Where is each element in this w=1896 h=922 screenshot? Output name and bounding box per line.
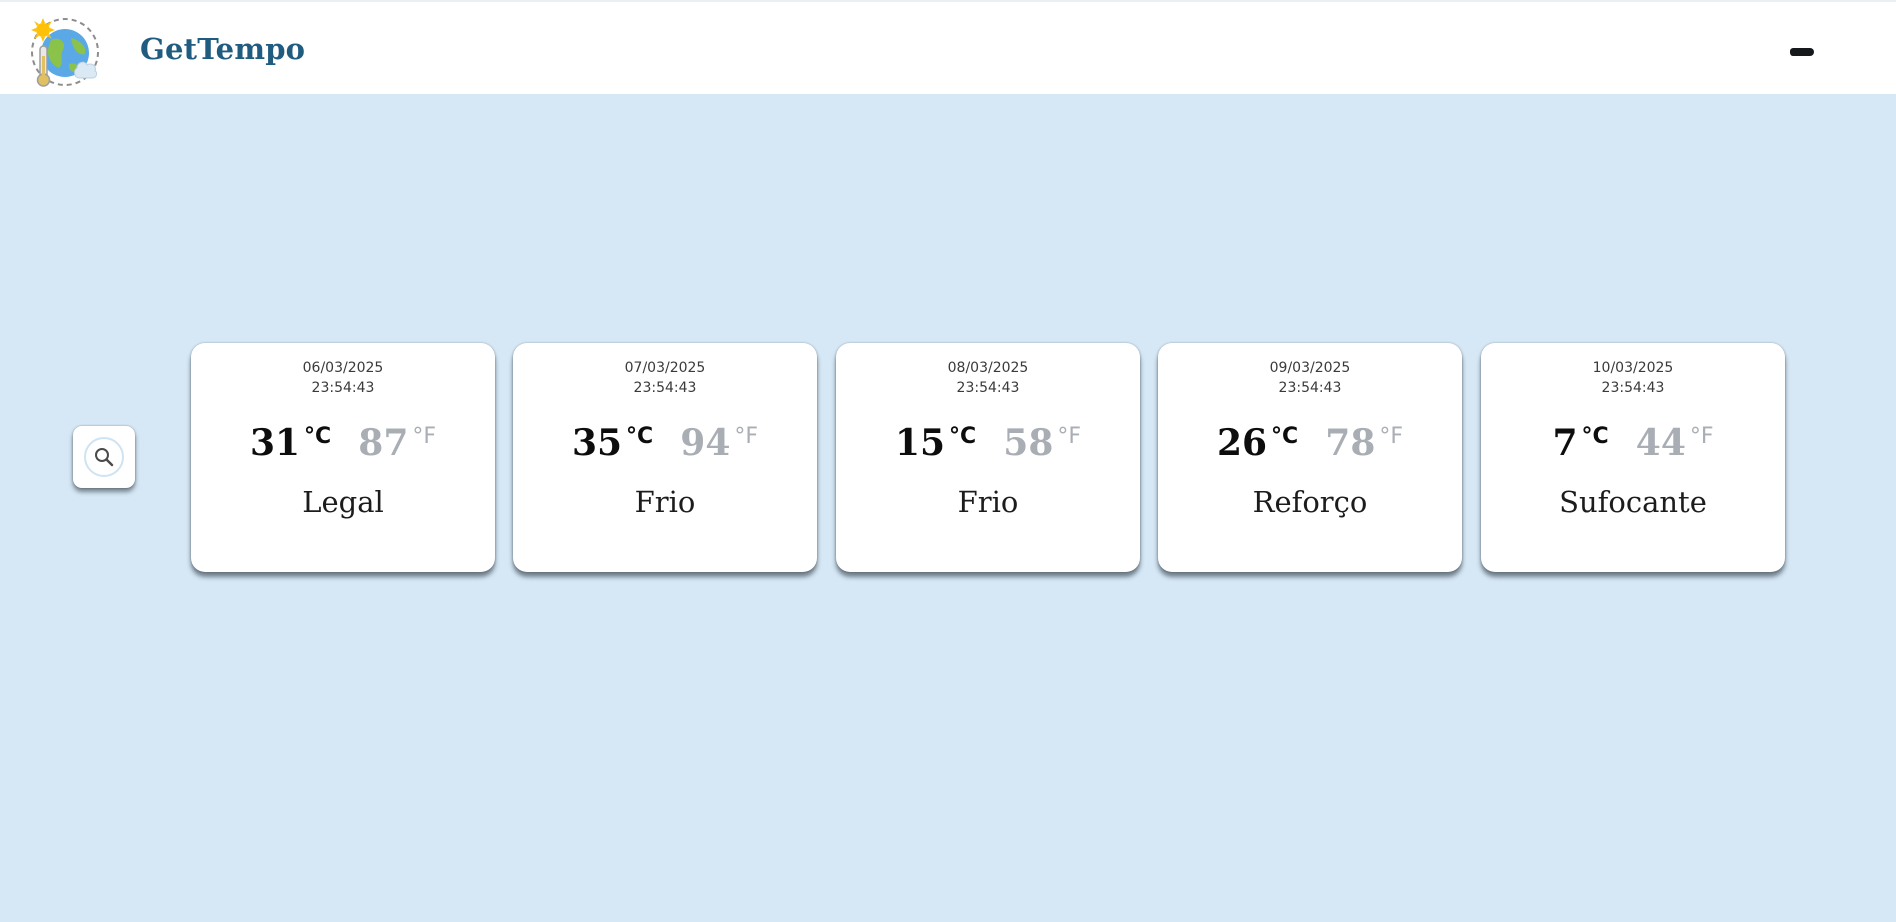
card-temperatures: 26 °C 78 °F xyxy=(1158,415,1462,465)
temp-celsius: 35 °C xyxy=(572,415,653,465)
card-temperatures: 15 °C 58 °F xyxy=(836,415,1140,465)
card-date: 07/03/2025 xyxy=(624,360,706,376)
card-date: 08/03/2025 xyxy=(947,360,1029,376)
temp-fahrenheit-value: 44 xyxy=(1635,422,1686,464)
menu-toggle-bar xyxy=(1790,48,1814,56)
temp-fahrenheit: 87 °F xyxy=(358,415,436,465)
temp-celsius-value: 15 xyxy=(894,422,946,464)
fahrenheit-unit: °F xyxy=(1379,424,1404,449)
temp-fahrenheit-value: 58 xyxy=(1003,422,1054,464)
celsius-unit: °C xyxy=(304,424,332,449)
temp-fahrenheit-value: 87 xyxy=(358,422,409,464)
card-time: 23:54:43 xyxy=(1278,380,1342,396)
card-date: 06/03/2025 xyxy=(302,360,384,376)
fahrenheit-unit: °F xyxy=(1057,424,1082,449)
temp-celsius-value: 26 xyxy=(1216,422,1268,464)
card-temperatures: 35 °C 94 °F xyxy=(513,415,817,465)
celsius-unit: °C xyxy=(1271,424,1299,449)
card-description: Frio xyxy=(634,485,696,519)
forecast-card[interactable]: 07/03/2025 23:54:43 35 °C 94 °F Frio xyxy=(513,343,817,572)
forecast-card[interactable]: 09/03/2025 23:54:43 26 °C 78 °F Reforço xyxy=(1158,343,1462,572)
card-description: Frio xyxy=(957,485,1019,519)
temp-fahrenheit: 78 °F xyxy=(1325,415,1403,465)
celsius-unit: °C xyxy=(626,424,654,449)
forecast-card[interactable]: 06/03/2025 23:54:43 31 °C 87 °F Legal xyxy=(191,343,495,572)
temp-fahrenheit-value: 94 xyxy=(680,422,731,464)
card-time: 23:54:43 xyxy=(633,380,697,396)
temp-celsius: 7 °C xyxy=(1552,415,1608,465)
card-description: Legal xyxy=(302,485,384,519)
search-button[interactable] xyxy=(73,426,135,488)
temp-fahrenheit: 44 °F xyxy=(1636,415,1714,465)
card-temperatures: 31 °C 87 °F xyxy=(191,415,495,465)
globe-weather-thermometer-icon[interactable] xyxy=(29,16,101,88)
card-date: 09/03/2025 xyxy=(1269,360,1351,376)
card-time: 23:54:43 xyxy=(1601,380,1665,396)
menu-toggle-icon[interactable] xyxy=(1784,38,1820,66)
forecast-card[interactable]: 08/03/2025 23:54:43 15 °C 58 °F Frio xyxy=(836,343,1140,572)
forecast-card[interactable]: 10/03/2025 23:54:43 7 °C 44 °F Sufocante xyxy=(1481,343,1785,572)
fahrenheit-unit: °F xyxy=(734,424,759,449)
card-time: 23:54:43 xyxy=(956,380,1020,396)
card-date: 10/03/2025 xyxy=(1592,360,1674,376)
temp-celsius: 26 °C xyxy=(1217,415,1298,465)
temp-fahrenheit-value: 78 xyxy=(1325,422,1376,464)
top-navbar: GetTempo xyxy=(0,0,1896,94)
card-time: 23:54:43 xyxy=(311,380,375,396)
temp-celsius-value: 31 xyxy=(249,422,301,464)
celsius-unit: °C xyxy=(949,424,977,449)
temp-celsius: 31 °C xyxy=(250,415,331,465)
card-description: Reforço xyxy=(1252,485,1368,519)
forecast-cards: 06/03/2025 23:54:43 31 °C 87 °F Legal 07/0… xyxy=(191,343,1785,572)
temp-celsius: 15 °C xyxy=(895,415,976,465)
search-icon xyxy=(95,448,114,467)
brand-title[interactable]: GetTempo xyxy=(140,32,305,66)
temp-celsius-value: 7 xyxy=(1552,422,1578,464)
fahrenheit-unit: °F xyxy=(1689,424,1714,449)
temp-fahrenheit: 94 °F xyxy=(680,415,758,465)
card-temperatures: 7 °C 44 °F xyxy=(1481,415,1785,465)
celsius-unit: °C xyxy=(1581,424,1609,449)
card-description: Sufocante xyxy=(1559,485,1707,519)
fahrenheit-unit: °F xyxy=(412,424,437,449)
temp-fahrenheit: 58 °F xyxy=(1003,415,1081,465)
temp-celsius-value: 35 xyxy=(571,422,623,464)
